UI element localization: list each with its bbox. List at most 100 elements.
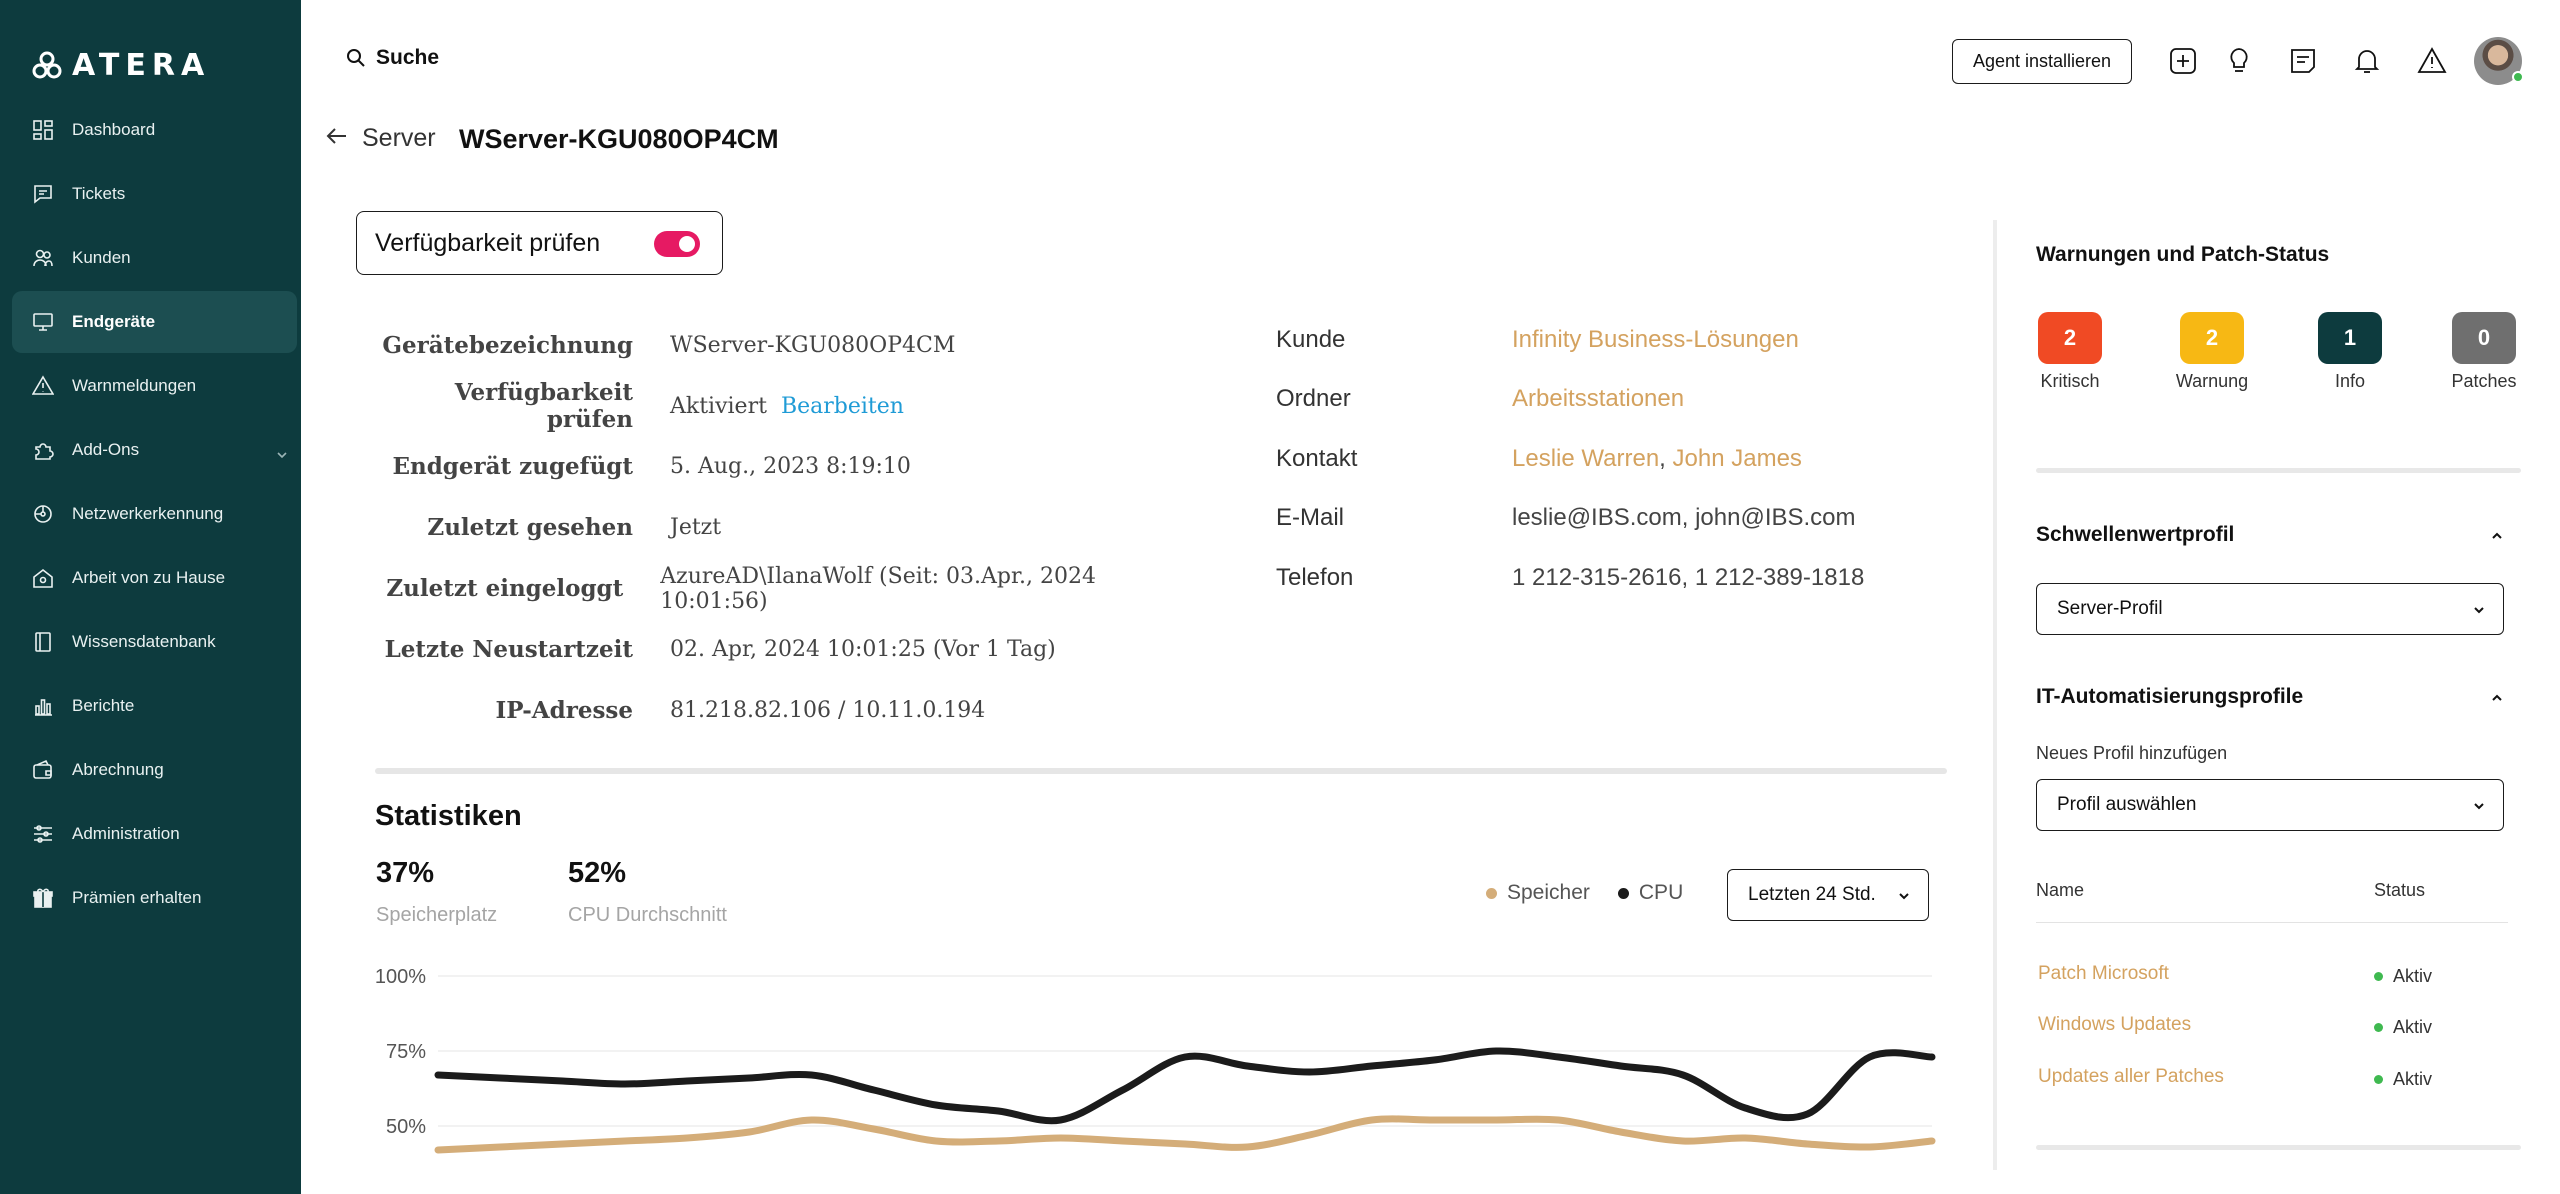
notes-icon[interactable] bbox=[2286, 44, 2320, 78]
badge-label-warning: Warnung bbox=[2175, 371, 2249, 391]
profile-link-patch-microsoft[interactable]: Patch Microsoft bbox=[2038, 963, 2169, 985]
sidebar-item-rewards[interactable]: Prämien erhalten bbox=[12, 867, 297, 929]
cpu-stat: 52% CPU Durchschnitt bbox=[568, 857, 727, 927]
search-label: Suche bbox=[376, 46, 440, 69]
time-range-select[interactable]: Letzten 24 Std. bbox=[1727, 869, 1929, 921]
status-dot bbox=[2374, 972, 2383, 981]
page-title: WServer-KGU080OP4CM bbox=[459, 124, 779, 154]
detail-value: WServer-KGU080OP4CM bbox=[670, 332, 956, 358]
time-range-value: Letzten 24 Std. bbox=[1748, 884, 1876, 905]
logo[interactable]: ATERA bbox=[32, 48, 210, 83]
sidebar-item-network[interactable]: Netzwerkerkennung bbox=[12, 483, 297, 545]
panel-separator bbox=[2036, 468, 2521, 473]
chevron-up-icon[interactable] bbox=[2490, 691, 2504, 705]
badge-label-patches: Patches bbox=[2451, 371, 2517, 391]
sidebar-item-tickets[interactable]: Tickets bbox=[12, 163, 297, 225]
chevron-down-icon bbox=[1899, 893, 1909, 900]
admin-icon bbox=[32, 823, 54, 845]
edit-availability-link[interactable]: Bearbeiten bbox=[781, 394, 904, 419]
automation-profiles-header[interactable]: IT-Automatisierungsprofile bbox=[2036, 685, 2303, 709]
automation-profile-placeholder: Profil auswählen bbox=[2057, 794, 2197, 815]
status-dot bbox=[2374, 1023, 2383, 1032]
panel-bottom-separator bbox=[2036, 1145, 2521, 1150]
contact-link-2[interactable]: John James bbox=[1673, 445, 1802, 472]
threshold-profile-select[interactable]: Server-Profil bbox=[2036, 583, 2504, 635]
detail-label: Zuletzt eingeloggt bbox=[386, 575, 624, 603]
breadcrumb-parent-link[interactable]: Server bbox=[362, 124, 436, 153]
customers-icon bbox=[32, 247, 54, 269]
sidebar-item-customers[interactable]: Kunden bbox=[12, 227, 297, 289]
warning-icon[interactable] bbox=[2415, 44, 2449, 78]
install-agent-button[interactable]: Agent installieren bbox=[1952, 39, 2132, 84]
automation-profile-select[interactable]: Profil auswählen bbox=[2036, 779, 2504, 831]
detail-label: Endgerät zugefügt bbox=[392, 453, 633, 481]
availability-check-panel: Verfügbarkeit prüfen bbox=[356, 211, 723, 275]
legend-item-cpu: CPU bbox=[1617, 881, 1684, 905]
devices-icon bbox=[32, 311, 54, 333]
add-icon[interactable] bbox=[2166, 44, 2200, 78]
network-icon bbox=[32, 503, 54, 525]
status-text: Aktiv bbox=[2393, 1017, 2433, 1037]
contact-row-phone: Telefon 1 212-315-2616, 1 212-389-1818 bbox=[1276, 548, 1936, 608]
badge-info[interactable]: 1 bbox=[2318, 312, 2382, 364]
table-header-divider bbox=[2036, 922, 2508, 923]
detail-row-last-reboot: Letzte Neustartzeit 02. Apr, 2024 10:01:… bbox=[370, 619, 1190, 680]
sidebar-item-label: Dashboard bbox=[72, 120, 156, 139]
sidebar-item-administration[interactable]: Administration bbox=[12, 803, 297, 865]
lightbulb-icon[interactable] bbox=[2222, 44, 2256, 78]
profile-link-windows-updates[interactable]: Windows Updates bbox=[2038, 1014, 2191, 1036]
user-avatar[interactable] bbox=[2474, 37, 2524, 85]
sidebar-item-label: Prämien erhalten bbox=[72, 888, 202, 907]
sidebar-item-dashboard[interactable]: Dashboard bbox=[12, 99, 297, 161]
sidebar-item-label: Tickets bbox=[72, 184, 126, 203]
y-tick-label: 50% bbox=[386, 1116, 426, 1138]
customer-link[interactable]: Infinity Business-Lösungen bbox=[1512, 326, 1799, 354]
cpu-label: CPU Durchschnitt bbox=[568, 904, 727, 926]
threshold-profile-header[interactable]: Schwellenwertprofil bbox=[2036, 523, 2234, 547]
sidebar-item-addons[interactable]: Add-Ons bbox=[12, 419, 297, 481]
gift-icon bbox=[32, 887, 54, 909]
chevron-down-icon[interactable] bbox=[277, 445, 287, 459]
status-dot bbox=[2374, 1075, 2383, 1084]
sidebar-item-label: Add-Ons bbox=[72, 440, 140, 459]
global-search[interactable]: Suche bbox=[346, 46, 439, 70]
sidebar-item-label: Kunden bbox=[72, 248, 131, 267]
online-status-dot bbox=[2512, 71, 2524, 83]
status-text: Aktiv bbox=[2393, 1069, 2433, 1089]
sidebar-nav: Dashboard Tickets Kunden Endgeräte Warnm… bbox=[12, 99, 297, 931]
detail-label: Letzte Neustartzeit bbox=[384, 635, 633, 663]
storage-stat: 37% Speicherplatz bbox=[376, 857, 497, 927]
detail-label: Zuletzt gesehen bbox=[427, 514, 633, 542]
badge-critical[interactable]: 2 bbox=[2038, 312, 2102, 364]
detail-row-device-name: Gerätebezeichnung WServer-KGU080OP4CM bbox=[370, 315, 1190, 376]
profile-link-all-patches[interactable]: Updates aller Patches bbox=[2038, 1066, 2224, 1088]
add-profile-label: Neues Profil hinzufügen bbox=[2036, 743, 2228, 763]
sidebar-item-billing[interactable]: Abrechnung bbox=[12, 739, 297, 801]
legend-label-cpu: CPU bbox=[1638, 881, 1684, 904]
contact-value: Leslie Warren, John James bbox=[1512, 445, 1802, 473]
email-value: leslie@IBS.com, john@IBS.com bbox=[1512, 504, 1856, 532]
sidebar-item-knowledge-base[interactable]: Wissensdatenbank bbox=[12, 611, 297, 673]
warnings-patch-title: Warnungen und Patch-Status bbox=[2036, 243, 2330, 266]
cpu-value: 52% bbox=[568, 857, 627, 889]
legend-dot-memory bbox=[1486, 887, 1497, 899]
contact-link-1[interactable]: Leslie Warren bbox=[1512, 445, 1659, 472]
profile-status: Aktiv bbox=[2374, 966, 2432, 987]
sidebar-item-work-from-home[interactable]: Arbeit von zu Hause bbox=[12, 547, 297, 609]
sidebar-item-devices[interactable]: Endgeräte bbox=[12, 291, 297, 353]
sidebar-item-label: Netzwerkerkennung bbox=[72, 504, 224, 523]
sidebar-item-alerts[interactable]: Warnmeldungen bbox=[12, 355, 297, 417]
arrow-left-icon[interactable] bbox=[326, 125, 348, 152]
chevron-up-icon[interactable] bbox=[2490, 529, 2504, 543]
folder-link[interactable]: Arbeitsstationen bbox=[1512, 385, 1684, 413]
section-divider bbox=[375, 768, 1947, 774]
badge-patches[interactable]: 0 bbox=[2452, 312, 2516, 364]
sidebar-item-reports[interactable]: Berichte bbox=[12, 675, 297, 737]
bell-icon[interactable] bbox=[2350, 44, 2384, 78]
contact-row-contact: Kontakt Leslie Warren, John James bbox=[1276, 429, 1936, 489]
availability-toggle[interactable] bbox=[654, 231, 700, 257]
chevron-down-icon bbox=[2474, 803, 2484, 810]
badge-label-critical: Kritisch bbox=[2040, 371, 2100, 391]
detail-label: Gerätebezeichnung bbox=[382, 331, 633, 359]
badge-warning[interactable]: 2 bbox=[2180, 312, 2244, 364]
